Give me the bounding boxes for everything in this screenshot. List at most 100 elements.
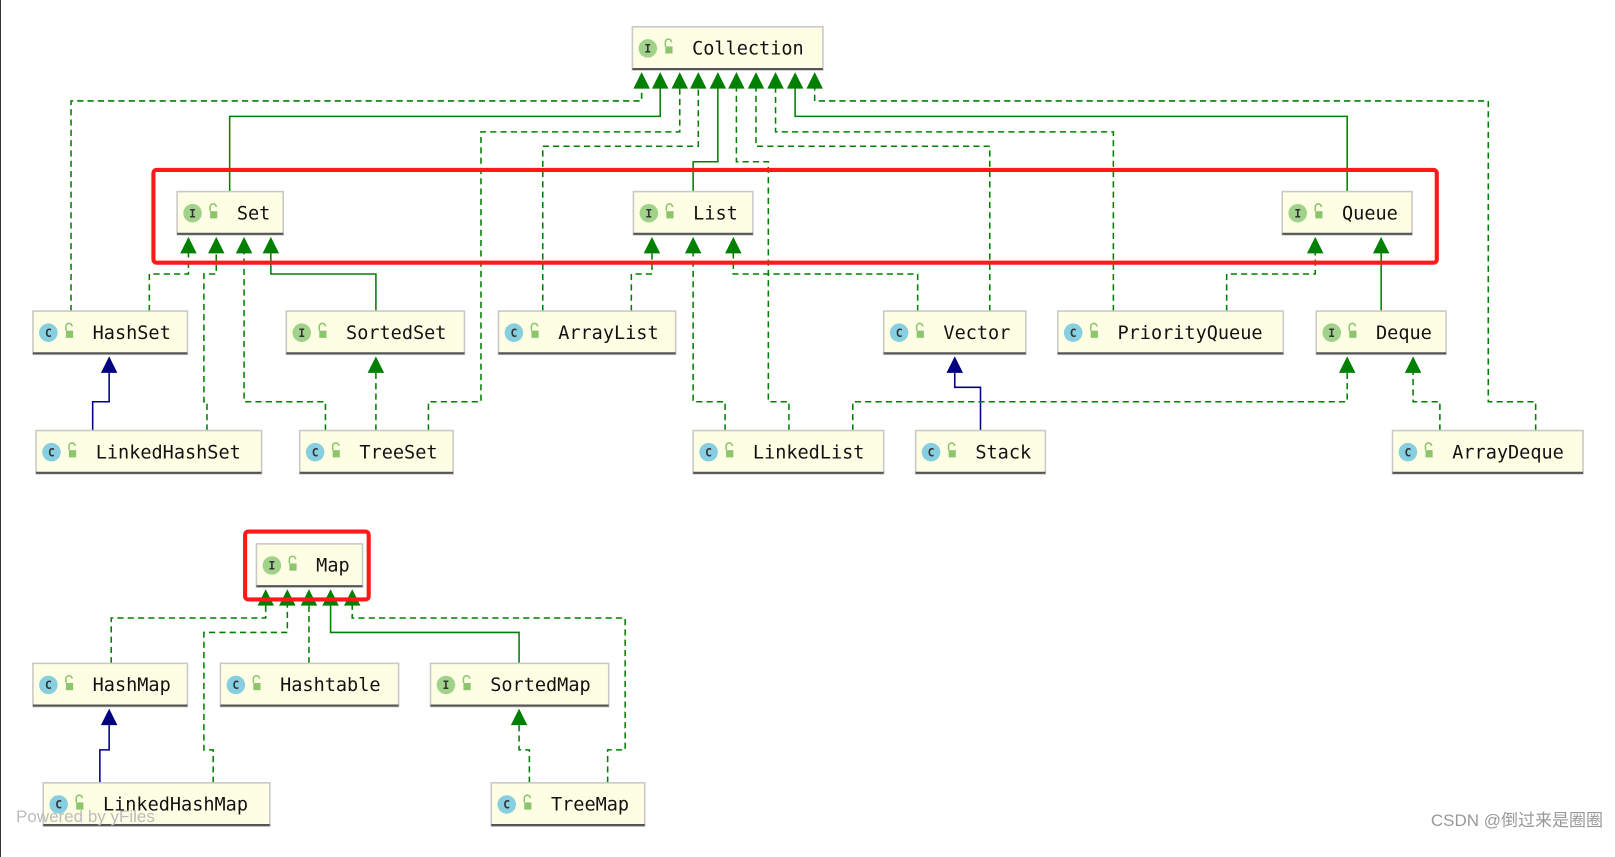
edge-linkedhashmap-to-hashmap: [99, 708, 118, 783]
arrowhead-icon: [235, 236, 253, 254]
edge-line: [270, 251, 377, 312]
node-label: TreeMap: [551, 795, 629, 816]
diagram-canvas: I Collection I Set I List I Queue C HashSet I Sorte…: [32, 26, 1584, 827]
node-label: HashSet: [93, 323, 171, 344]
arrowhead-icon: [367, 356, 385, 373]
watermark: CSDN @倒过来是圈圈: [1430, 811, 1603, 830]
node-linkedlist[interactable]: C LinkedList: [692, 429, 885, 475]
edge-linkedlist-to-deque: [852, 356, 1356, 431]
node-sortedmap[interactable]: I SortedMap: [429, 662, 610, 708]
highlight-box-1: [151, 167, 1439, 265]
arrowhead-icon: [709, 72, 727, 89]
node-label: Vector: [943, 323, 1010, 344]
node-list[interactable]: I List: [632, 190, 754, 236]
kind-letter: C: [232, 678, 239, 692]
node-map[interactable]: I Map: [255, 543, 364, 588]
edge-line: [329, 603, 520, 664]
node-arraydeque[interactable]: C ArrayDeque: [1391, 429, 1584, 475]
kind-letter: I: [443, 678, 450, 692]
arrowhead-icon: [510, 708, 528, 726]
edge-deque-to-queue: [1372, 236, 1390, 312]
edge-line: [813, 86, 1537, 431]
node-hashmap[interactable]: C HashMap: [32, 662, 189, 708]
node-label: Deque: [1376, 323, 1432, 344]
kind-letter: I: [268, 559, 275, 573]
arrowhead-icon: [262, 236, 280, 254]
arrowhead-icon: [643, 236, 661, 254]
edge-line: [953, 370, 982, 431]
node-stack[interactable]: C Stack: [914, 429, 1047, 475]
kind-letter: C: [312, 445, 319, 459]
node-label: Queue: [1342, 203, 1398, 224]
node-label: Collection: [692, 39, 804, 60]
kind-letter: C: [928, 445, 935, 459]
arrowhead-icon: [806, 72, 823, 89]
edge-line: [755, 86, 991, 312]
edge-linkedhashset-to-hashset: [91, 356, 118, 431]
edge-linkedhashset-to-set: [203, 236, 225, 431]
arrowhead-icon: [208, 236, 225, 254]
kind-letter: C: [45, 326, 52, 340]
node-label: Hashtable: [280, 675, 380, 696]
arrowhead-icon: [651, 72, 669, 89]
arrowhead-icon: [767, 72, 784, 89]
edge-stack-to-vector: [946, 356, 982, 431]
arrowhead-icon: [180, 236, 197, 254]
edge-line: [1412, 370, 1441, 431]
node-treeset[interactable]: C TreeSet: [298, 429, 454, 475]
node-label: PriorityQueue: [1117, 323, 1262, 344]
edge-vector-to-list: [725, 236, 919, 312]
node-label: HashMap: [93, 675, 171, 696]
edge-arraydeque-to-collection: [806, 72, 1537, 431]
node-label: TreeSet: [359, 442, 437, 463]
edge-line: [692, 251, 726, 431]
kind-letter: I: [645, 206, 652, 220]
node-hashtable[interactable]: C Hashtable: [219, 662, 400, 708]
edge-vector-to-collection: [747, 72, 991, 312]
arrowhead-icon: [100, 356, 118, 373]
node-collection[interactable]: I Collection: [631, 26, 824, 71]
arrowhead-icon: [747, 72, 765, 89]
node-label: SortedSet: [346, 323, 446, 344]
node-set[interactable]: I Set: [176, 190, 284, 236]
uml-diagram: I Collection I Set I List I Queue C HashSet I Sorte…: [0, 0, 1615, 857]
edge-line: [1225, 251, 1317, 312]
edge-linkedlist-to-list: [684, 236, 726, 431]
node-label: Set: [237, 203, 270, 224]
kind-letter: I: [1294, 206, 1301, 220]
edge-sortedset-to-set: [262, 236, 377, 312]
node-hashset[interactable]: C HashSet: [32, 310, 189, 356]
node-label: Map: [316, 556, 349, 577]
node-linkedhashset[interactable]: C LinkedHashSet: [35, 429, 263, 475]
edge-hashset-to-collection: [70, 72, 650, 312]
node-priorityqueue[interactable]: C PriorityQueue: [1056, 310, 1285, 356]
arrowhead-icon: [1307, 236, 1324, 254]
node-label: ArrayDeque: [1452, 442, 1564, 463]
node-label: LinkedHashSet: [96, 442, 241, 463]
edge-line: [774, 86, 1115, 312]
node-arraylist[interactable]: C ArrayList: [497, 310, 677, 356]
arrowhead-icon: [725, 236, 742, 254]
node-sortedset[interactable]: I SortedSet: [285, 310, 466, 356]
node-label: LinkedList: [753, 442, 865, 463]
edge-arraylist-to-list: [630, 236, 661, 312]
edge-line: [228, 86, 661, 192]
edge-line: [91, 370, 110, 431]
edge-line: [852, 370, 1348, 431]
edge-line: [735, 86, 790, 431]
kind-letter: I: [189, 206, 196, 220]
node-vector[interactable]: C Vector: [882, 310, 1027, 356]
arrowhead-icon: [684, 236, 702, 254]
node-queue[interactable]: I Queue: [1281, 190, 1413, 236]
edge-line: [732, 251, 919, 312]
node-treemap[interactable]: C TreeMap: [490, 782, 646, 827]
node-label: List: [693, 203, 738, 224]
kind-letter: C: [1070, 326, 1077, 340]
edge-line: [518, 723, 531, 783]
kind-letter: C: [705, 445, 712, 459]
node-deque[interactable]: I Deque: [1315, 310, 1447, 356]
edge-set-to-collection: [228, 72, 669, 192]
arrowhead-icon: [100, 708, 118, 726]
kind-letter: I: [298, 326, 305, 340]
edge-hashset-to-set: [148, 236, 197, 312]
